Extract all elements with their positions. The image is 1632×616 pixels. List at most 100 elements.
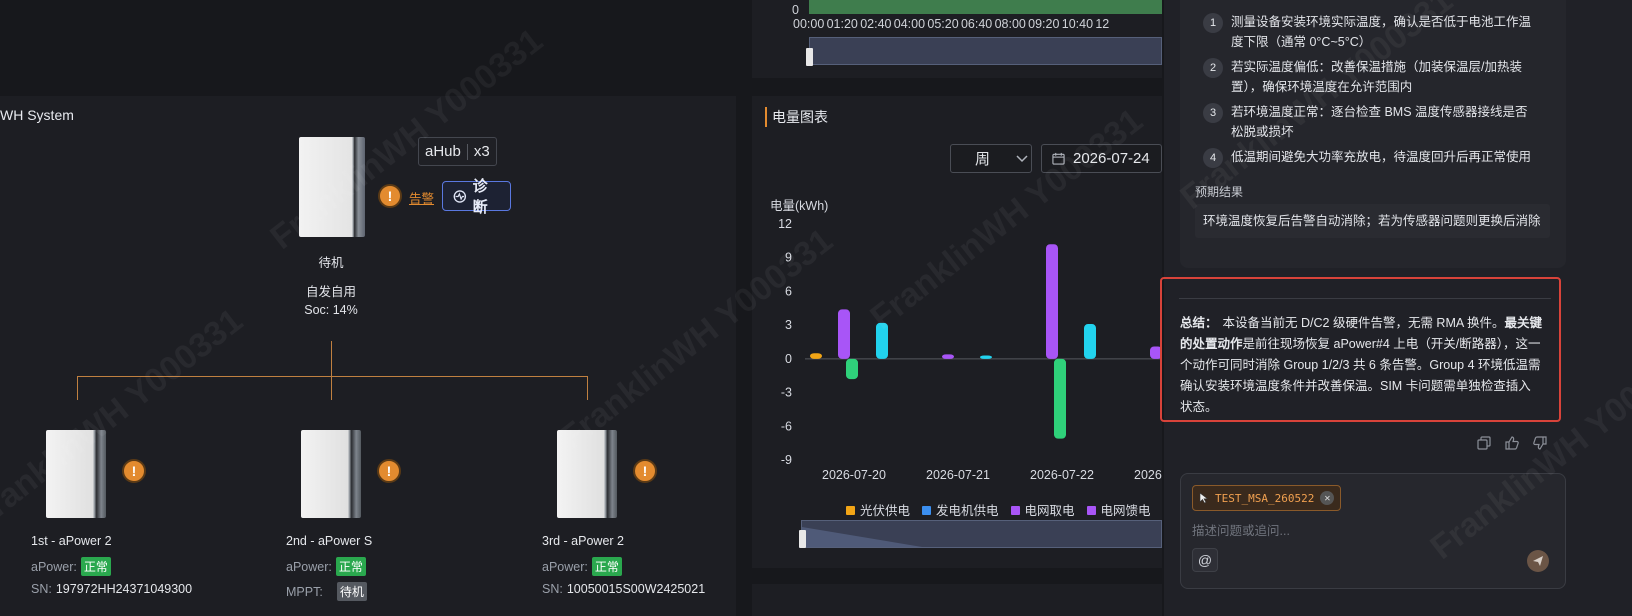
tag-separator xyxy=(466,143,468,160)
step-item: 4 低温期间避免大功率充放电，待温度回升后再正常使用 xyxy=(1203,147,1538,168)
y-tick-label: 3 xyxy=(785,318,792,332)
message-actions xyxy=(1477,436,1547,450)
apower-3-sn-row: SN: 10050015S00W2425021 xyxy=(542,582,705,596)
timeline-tick: 00:00 xyxy=(793,17,825,31)
timeline-tick: 05:20 xyxy=(927,17,959,31)
apower-2-status-label: aPower: xyxy=(286,559,332,574)
x-tick-label: 2026-07-22 xyxy=(1030,468,1094,482)
apower-3-sn-label: SN: xyxy=(542,582,563,596)
timeline-tick: 04:00 xyxy=(893,17,926,31)
steps-list: 1 测量设备安装环境实际温度，确认是否低于电池工作温度下限（通常 0°C~5°C… xyxy=(1203,12,1538,168)
apower-1-status-label: aPower: xyxy=(31,559,77,574)
bar[interactable] xyxy=(942,354,954,359)
legend-swatch xyxy=(1086,506,1096,515)
tree-line-left xyxy=(77,376,78,400)
energy-bar-chart: 12 9 6 3 0 -3 -6 -9 2026-07-20 2026-07-21 2026-07-… xyxy=(778,217,1162,482)
x-tick-label: 2026-07-20 xyxy=(822,468,886,482)
apower-2-image xyxy=(301,430,361,518)
bar[interactable] xyxy=(876,322,888,359)
legend-item[interactable]: 发电机供电 xyxy=(922,500,999,519)
step-number: 2 xyxy=(1203,58,1223,78)
tree-line-horizontal xyxy=(77,376,588,377)
send-icon xyxy=(1533,556,1543,566)
copy-icon[interactable] xyxy=(1477,436,1491,450)
apower-2-name: 2nd - aPower S xyxy=(286,534,373,548)
apower-2-alarm-icon[interactable]: ! xyxy=(377,459,401,483)
ahub-device-image xyxy=(299,137,365,237)
alarm-link[interactable]: 告警 xyxy=(409,188,434,207)
apower-3-sn-value: 10050015S00W2425021 xyxy=(566,582,706,596)
apower-3-status-badge: 正常 xyxy=(591,557,622,576)
diagnose-button[interactable]: 诊断 xyxy=(442,178,511,216)
chart-zoom-handle[interactable] xyxy=(799,530,806,548)
system-status: 待机 xyxy=(318,256,344,270)
system-title: WH System xyxy=(0,107,74,123)
legend-label: 电网取电 xyxy=(1024,504,1075,518)
context-chip[interactable]: TEST_MSA_260522 ✕ xyxy=(1192,485,1342,511)
ahub-tag: aHub x3 xyxy=(418,137,497,166)
apower-1-status-row: aPower: 正常 xyxy=(31,557,111,576)
step-item: 2 若实际温度偏低：改善保温措施（加装保温层/加热装置），确保环境温度在允许范围… xyxy=(1203,57,1538,97)
legend-item[interactable]: 电网馈电 xyxy=(1086,500,1151,519)
timeline-y-zero: 0 xyxy=(792,3,799,17)
y-tick-label: 0 xyxy=(785,352,792,366)
timeline-x-labels: 00:00 01:20 02:40 04:00 05:20 06:40 08:0… xyxy=(793,17,1163,31)
chevron-down-icon xyxy=(1016,154,1028,162)
app-root: 0 00:00 01:20 02:40 04:00 05:20 06:40 08… xyxy=(0,0,1632,616)
timeline-area-fill xyxy=(809,0,1162,14)
apower-1-alarm-icon[interactable]: ! xyxy=(122,459,146,483)
bar[interactable] xyxy=(1046,244,1058,359)
timeline-tick: 06:40 xyxy=(960,17,993,31)
diagnose-label: 诊断 xyxy=(472,178,488,216)
legend-item[interactable]: 电网取电 xyxy=(1010,500,1075,519)
timeline-tick: 02:40 xyxy=(860,17,892,31)
timeline-zoom-slider[interactable] xyxy=(809,37,1162,65)
date-picker[interactable]: 2026-07-24 xyxy=(1041,144,1162,173)
thumbs-up-icon[interactable] xyxy=(1505,436,1519,450)
energy-chart-title: 电量图表 xyxy=(765,107,828,127)
legend-label: 发电机供电 xyxy=(936,504,999,518)
apower-3-name: 3rd - aPower 2 xyxy=(542,534,624,548)
legend-label: 光伏供电 xyxy=(860,504,911,518)
x-tick-label: 2026-07-21 xyxy=(926,468,990,482)
timeline-zoom-handle[interactable] xyxy=(806,48,813,66)
mention-button[interactable]: @ xyxy=(1192,548,1218,572)
bar[interactable] xyxy=(846,358,858,380)
ahub-name: aHub xyxy=(425,143,461,160)
apower-3-alarm-icon[interactable]: ! xyxy=(633,459,657,483)
system-mode: 自发自用 xyxy=(305,285,356,299)
chip-close-icon[interactable]: ✕ xyxy=(1320,491,1335,505)
bar[interactable] xyxy=(810,353,822,359)
chart-zoom-slider[interactable] xyxy=(801,520,1162,548)
period-select[interactable]: 周 xyxy=(950,144,1032,173)
apower-3-status-label: aPower: xyxy=(542,559,588,574)
step-text: 若实际温度偏低：改善保温措施（加装保温层/加热装置），确保环境温度在允许范围内 xyxy=(1231,60,1522,94)
y-tick-label: -6 xyxy=(781,419,792,433)
apower-2-mppt-label: MPPT: xyxy=(286,584,323,599)
chat-input-field[interactable]: 描述问题或追问... xyxy=(1192,520,1290,539)
tree-line-vertical xyxy=(331,341,332,400)
alarm-icon[interactable]: ! xyxy=(378,184,402,208)
legend-label: 电网馈电 xyxy=(1100,504,1151,518)
bar[interactable] xyxy=(980,355,992,359)
calendar-icon xyxy=(1052,152,1065,165)
step-text: 若环境温度正常：逐台检查 BMS 温度传感器接线是否松脱或损坏 xyxy=(1231,105,1528,139)
step-item: 3 若环境温度正常：逐台检查 BMS 温度传感器接线是否松脱或损坏 xyxy=(1203,102,1538,142)
thumbs-down-icon[interactable] xyxy=(1533,436,1547,450)
summary-label: 总结： xyxy=(1180,316,1218,330)
legend-item[interactable]: 光伏供电 xyxy=(846,500,910,519)
x-tick-label: 2026-07- xyxy=(1134,468,1162,482)
send-button[interactable] xyxy=(1527,550,1549,572)
date-value: 2026-07-24 xyxy=(1073,150,1150,167)
apower-2-mppt-row: MPPT: 待机 xyxy=(286,582,367,601)
bar[interactable] xyxy=(1054,358,1066,439)
apower-2-mppt-badge: 待机 xyxy=(336,582,367,601)
step-text: 测量设备安装环境实际温度，确认是否低于电池工作温度下限（通常 0°C~5°C） xyxy=(1231,15,1532,49)
bar[interactable] xyxy=(1084,324,1096,359)
slider-shape xyxy=(802,527,922,547)
summary-box: 总结： 本设备当前无 D/C2 级硬件告警，无需 RMA 换件。最关键的处置动作是… xyxy=(1160,277,1561,422)
period-value: 周 xyxy=(975,151,991,168)
step-number: 4 xyxy=(1203,148,1223,168)
y-tick-label: 12 xyxy=(778,217,792,231)
bar[interactable] xyxy=(838,309,850,359)
